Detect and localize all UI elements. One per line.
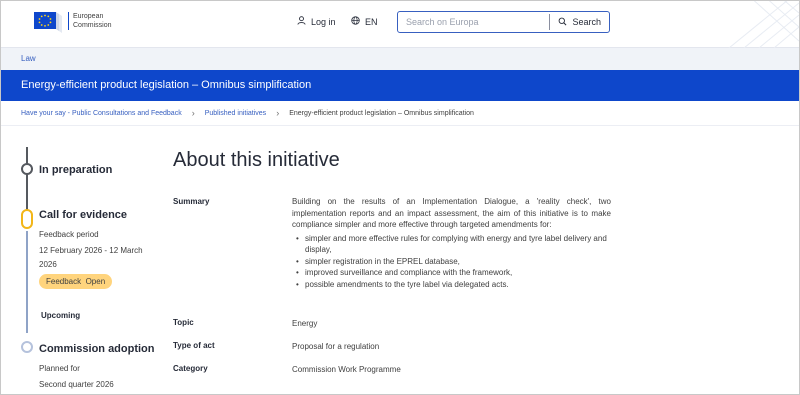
section-heading: About this initiative bbox=[173, 149, 340, 171]
page-title: Energy-efficient product legislation – O… bbox=[21, 79, 312, 91]
header-decoration bbox=[689, 1, 799, 48]
site-header: European Commission Log in EN Search bbox=[1, 1, 799, 48]
initiative-details: About this initiative Summary Building o… bbox=[173, 149, 613, 374]
stage-commission-adoption-title: Commission adoption bbox=[39, 343, 155, 355]
stage-in-preparation-title: In preparation bbox=[39, 164, 113, 176]
search-button-label: Search bbox=[572, 17, 601, 27]
search-box: Search bbox=[397, 11, 610, 33]
search-icon bbox=[558, 17, 567, 28]
language-label: EN bbox=[365, 16, 378, 27]
logo-text: European Commission bbox=[68, 12, 112, 30]
law-link[interactable]: Law bbox=[21, 54, 36, 63]
stage-upcoming-label: Upcoming bbox=[41, 311, 81, 320]
summary-label: Summary bbox=[173, 197, 210, 206]
summary-bullet: simpler registration in the EPREL databa… bbox=[292, 256, 611, 268]
topic-label: Topic bbox=[173, 318, 194, 327]
sub-navigation-bar: Law bbox=[1, 48, 799, 70]
page-banner: Energy-efficient product legislation – O… bbox=[1, 70, 799, 101]
stage-dates-line1: 12 February 2026 - 12 March bbox=[39, 246, 143, 255]
breadcrumb-item-published-initiatives[interactable]: Published initiatives bbox=[205, 110, 266, 117]
summary-text: Building on the results of an Implementa… bbox=[292, 197, 611, 229]
initiative-timeline: In preparation Call for evidence Feedbac… bbox=[21, 141, 161, 395]
globe-icon bbox=[351, 16, 360, 27]
breadcrumb-divider bbox=[1, 125, 799, 126]
eu-flag-icon bbox=[33, 9, 63, 33]
stage-upcoming-dot-icon bbox=[21, 341, 33, 353]
user-icon bbox=[297, 16, 306, 27]
stage-feedback-period: Feedback period bbox=[39, 230, 99, 239]
stage-active-marker-icon bbox=[21, 209, 33, 229]
category-label: Category bbox=[173, 364, 208, 373]
search-button[interactable]: Search bbox=[550, 12, 609, 32]
stage-planned-date: Second quarter 2026 bbox=[39, 380, 114, 389]
logo-line-european: European bbox=[73, 13, 104, 20]
timeline-line-upcoming bbox=[26, 231, 28, 333]
chevron-right-icon: › bbox=[191, 108, 195, 118]
european-commission-logo[interactable]: European Commission bbox=[33, 9, 112, 33]
language-selector[interactable]: EN bbox=[351, 16, 378, 27]
chevron-right-icon: › bbox=[276, 108, 280, 118]
feedback-open-badge[interactable]: Feedback Open bbox=[39, 274, 113, 289]
topic-value: Energy bbox=[292, 319, 318, 328]
summary-list: simpler and more effective rules for com… bbox=[292, 233, 611, 291]
login-link[interactable]: Log in bbox=[297, 16, 336, 27]
type-of-act-label: Type of act bbox=[173, 341, 215, 350]
summary-bullet: simpler and more effective rules for com… bbox=[292, 233, 611, 256]
category-value: Commission Work Programme bbox=[292, 365, 401, 374]
timeline-line-done bbox=[26, 147, 28, 213]
stage-dates-line2: 2026 bbox=[39, 260, 57, 269]
stage-done-dot-icon bbox=[21, 163, 33, 175]
type-of-act-value: Proposal for a regulation bbox=[292, 342, 380, 351]
stage-planned-for: Planned for bbox=[39, 364, 80, 373]
summary-bullet: improved surveillance and compliance wit… bbox=[292, 267, 611, 279]
search-input[interactable] bbox=[398, 12, 550, 32]
logo-line-commission: Commission bbox=[73, 22, 112, 29]
stage-call-for-evidence-title: Call for evidence bbox=[39, 209, 128, 221]
breadcrumb-item-have-your-say[interactable]: Have your say - Public Consultations and… bbox=[21, 110, 182, 117]
login-label: Log in bbox=[311, 16, 336, 27]
summary-value: Building on the results of an Implementa… bbox=[292, 196, 611, 290]
breadcrumb: Have your say - Public Consultations and… bbox=[21, 108, 474, 118]
breadcrumb-item-current: Energy-efficient product legislation – O… bbox=[289, 109, 474, 117]
summary-bullet: possible amendments to the tyre label vi… bbox=[292, 279, 611, 291]
